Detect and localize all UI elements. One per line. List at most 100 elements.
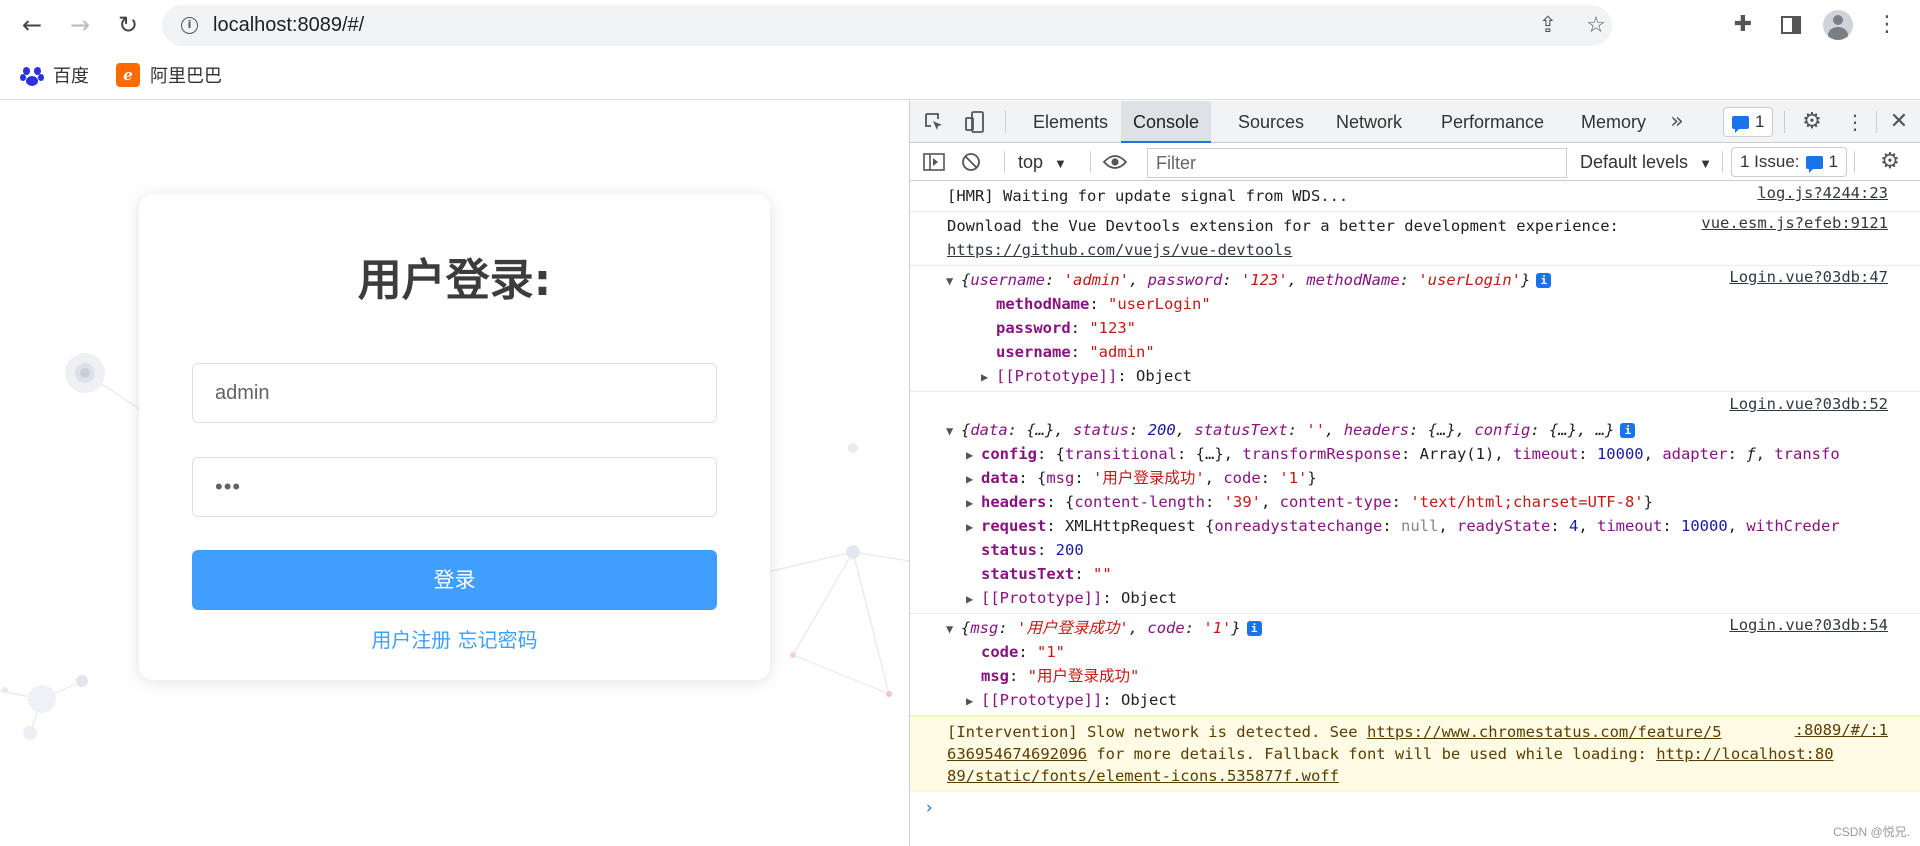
console-prompt[interactable]: › — [910, 792, 1920, 824]
collapsed-triangle-icon[interactable]: ▶ — [966, 467, 981, 490]
object-info-icon[interactable]: i — [1536, 273, 1552, 288]
source-link[interactable]: Login.vue?03db:52 — [1729, 395, 1888, 413]
collapsed-triangle-icon[interactable]: ▶ — [966, 515, 981, 538]
object-property[interactable]: ▶ [[Prototype]]: Object — [946, 688, 1920, 712]
messages-count: 1 — [1755, 112, 1765, 131]
console-message: ▼ {msg: '用户登录成功', code: '1'} i code: "1" m… — [910, 614, 1920, 716]
object-property[interactable]: ▶ headers: {content-length: '39', content… — [946, 490, 1886, 514]
tab-performance[interactable]: Performance — [1429, 101, 1556, 143]
source-link[interactable]: vue.esm.js?efeb:9121 — [1701, 214, 1888, 232]
filter-input[interactable] — [1147, 148, 1567, 178]
source-link[interactable]: Login.vue?03db:47 — [1729, 268, 1888, 286]
settings-gear-icon[interactable]: ⚙ — [1797, 107, 1827, 137]
object-property[interactable]: ▶ data: {msg: '用户登录成功', code: '1'} — [946, 466, 1886, 490]
collapsed-triangle-icon[interactable]: ▶ — [966, 587, 981, 610]
tab-sources[interactable]: Sources — [1226, 101, 1316, 143]
devtools-panel: Elements Console Sources Network Perform… — [909, 101, 1920, 846]
bookmark-alibaba[interactable]: e 阿里巴巴 — [116, 62, 222, 88]
close-devtools-icon[interactable]: ✕ — [1884, 107, 1914, 137]
auth-links: 用户注册 忘记密码 — [139, 624, 770, 653]
browser-toolbar: ← → ↻ i localhost:8089/#/ ⇪ ☆ ✚ ⋮ — [0, 0, 1920, 50]
share-icon[interactable]: ⇪ — [1532, 10, 1564, 42]
site-info-icon[interactable]: i — [181, 17, 198, 34]
source-link[interactable]: log.js?4244:23 — [1757, 184, 1888, 202]
source-link[interactable]: :8089/#/:1 — [1795, 721, 1888, 739]
object-property: statusText: "" — [981, 565, 1112, 583]
context-select[interactable]: top ▼ — [1018, 149, 1067, 175]
clear-console-icon[interactable] — [956, 147, 986, 177]
expand-triangle-icon[interactable]: ▼ — [946, 419, 961, 442]
reload-icon[interactable]: ↻ — [112, 9, 144, 41]
object-property: methodName: "userLogin" — [996, 295, 1211, 313]
extensions-puzzle-icon[interactable]: ✚ — [1727, 9, 1759, 41]
object-property[interactable]: ▶ request: XMLHttpRequest {onreadystatech… — [946, 514, 1886, 538]
chromestatus-link[interactable]: https://www.chromestatus.com/feature/5 — [1367, 723, 1722, 741]
issues-label: 1 Issue: — [1740, 152, 1800, 171]
console-message: ▼ {username: 'admin', password: '123', me… — [910, 266, 1920, 392]
console-message: [HMR] Waiting for update signal from WDS… — [910, 182, 1920, 212]
messages-badge-button[interactable]: 1 — [1723, 107, 1774, 137]
tab-console[interactable]: Console — [1121, 101, 1212, 143]
tab-network[interactable]: Network — [1324, 101, 1414, 143]
address-bar[interactable]: i localhost:8089/#/ ⇪ ☆ — [162, 5, 1612, 46]
object-property[interactable]: ▶ [[Prototype]]: Object — [946, 586, 1920, 610]
expand-triangle-icon[interactable]: ▼ — [946, 617, 961, 640]
chromestatus-link-cont[interactable]: 636954674692096 — [947, 745, 1087, 763]
more-tabs-icon[interactable]: » — [1662, 107, 1692, 137]
watermark: CSDN @悦兄. — [1833, 825, 1910, 839]
log-levels-select[interactable]: Default levels ▼ — [1580, 149, 1712, 175]
live-expression-eye-icon[interactable] — [1100, 147, 1130, 177]
baidu-paw-icon — [20, 64, 44, 86]
chrome-menu-icon[interactable]: ⋮ — [1871, 9, 1903, 41]
object-property: code: "1" — [981, 643, 1065, 661]
register-link[interactable]: 用户注册 — [371, 628, 451, 652]
username-input[interactable] — [192, 363, 717, 423]
warning-line-2: 636954674692096 for more details. Fallba… — [947, 745, 1834, 763]
side-panel-icon[interactable] — [1775, 9, 1807, 41]
levels-value: Default levels — [1580, 152, 1689, 172]
object-property[interactable]: ▶ config: {transitional: {…}, transformRe… — [946, 442, 1886, 466]
console-message: Login.vue?03db:52 ▼ {data: {…}, status: 2… — [910, 392, 1920, 614]
object-property: password: "123" — [996, 319, 1136, 337]
object-property: status: 200 — [981, 541, 1084, 559]
vue-devtools-link[interactable]: https://github.com/vuejs/vue-devtools — [947, 241, 1292, 259]
collapsed-triangle-icon[interactable]: ▶ — [966, 443, 981, 466]
collapsed-triangle-icon[interactable]: ▶ — [966, 491, 981, 514]
context-value: top — [1018, 152, 1044, 172]
console-settings-gear-icon[interactable]: ⚙ — [1875, 147, 1905, 177]
bookmark-star-icon[interactable]: ☆ — [1580, 10, 1612, 42]
source-link[interactable]: Login.vue?03db:54 — [1729, 616, 1888, 634]
expand-triangle-icon[interactable]: ▼ — [946, 269, 961, 292]
inspect-element-icon[interactable] — [919, 107, 949, 137]
collapsed-triangle-icon[interactable]: ▶ — [966, 689, 981, 712]
dropdown-arrow-icon: ▼ — [1054, 156, 1067, 171]
font-url-link[interactable]: http://localhost:80 — [1656, 745, 1833, 763]
issues-count: 1 — [1828, 152, 1839, 171]
object-summary[interactable]: ▼ {data: {…}, status: 200, statusText: ''… — [946, 418, 1920, 442]
password-input[interactable] — [192, 457, 717, 517]
prompt-chevron-icon: › — [924, 798, 935, 818]
login-button[interactable]: 登录 — [192, 550, 717, 610]
object-info-icon[interactable]: i — [1246, 621, 1262, 636]
profile-avatar-icon[interactable] — [1823, 10, 1853, 40]
tab-elements[interactable]: Elements — [1021, 101, 1120, 143]
issue-message-icon — [1805, 155, 1823, 173]
font-url-link-cont[interactable]: 89/static/fonts/element-icons.535877f.wo… — [947, 767, 1339, 785]
object-property: username: "admin" — [996, 343, 1155, 361]
forgot-password-link[interactable]: 忘记密码 — [458, 628, 538, 652]
object-info-icon[interactable]: i — [1620, 423, 1636, 438]
device-toolbar-icon[interactable] — [960, 107, 990, 137]
url-text[interactable]: localhost:8089/#/ — [213, 5, 364, 46]
console-output: [HMR] Waiting for update signal from WDS… — [910, 182, 1920, 846]
collapsed-triangle-icon[interactable]: ▶ — [981, 365, 996, 388]
sidebar-toggle-icon[interactable] — [919, 147, 949, 177]
tab-memory[interactable]: Memory — [1569, 101, 1658, 143]
forward-arrow-icon[interactable]: → — [64, 9, 96, 41]
issues-button[interactable]: 1 Issue: 1 — [1731, 147, 1848, 177]
devtools-menu-icon[interactable]: ⋮ — [1840, 107, 1870, 137]
object-property[interactable]: ▶ [[Prototype]]: Object — [946, 364, 1920, 388]
alibaba-icon: e — [116, 63, 140, 87]
back-arrow-icon[interactable]: ← — [16, 9, 48, 41]
bookmark-label: 百度 — [53, 66, 89, 86]
bookmark-baidu[interactable]: 百度 — [20, 62, 89, 88]
